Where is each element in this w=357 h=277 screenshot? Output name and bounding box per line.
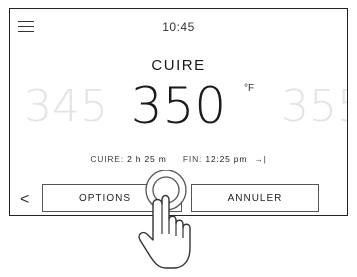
temp-next-option[interactable]: 355 [281,85,347,129]
temp-unit: °F [244,83,255,94]
clock-time: 10:45 [162,20,195,34]
duration-label: CUIRE: [90,154,124,164]
duration-value: 2 h 25 m [127,154,167,164]
end-arrow-icon[interactable]: →| [254,154,266,164]
end-label: FIN: [182,154,203,164]
back-chevron-icon[interactable]: < [20,191,29,209]
cook-mode-title: CUIRE [151,57,206,74]
cook-time-info: CUIRE: 2 h 25 m FIN: 12:25 pm →| [10,154,347,164]
end-value: 12:25 pm [205,154,248,164]
touch-hand-icon [138,170,191,269]
cancel-button[interactable]: ANNULER [191,184,319,212]
